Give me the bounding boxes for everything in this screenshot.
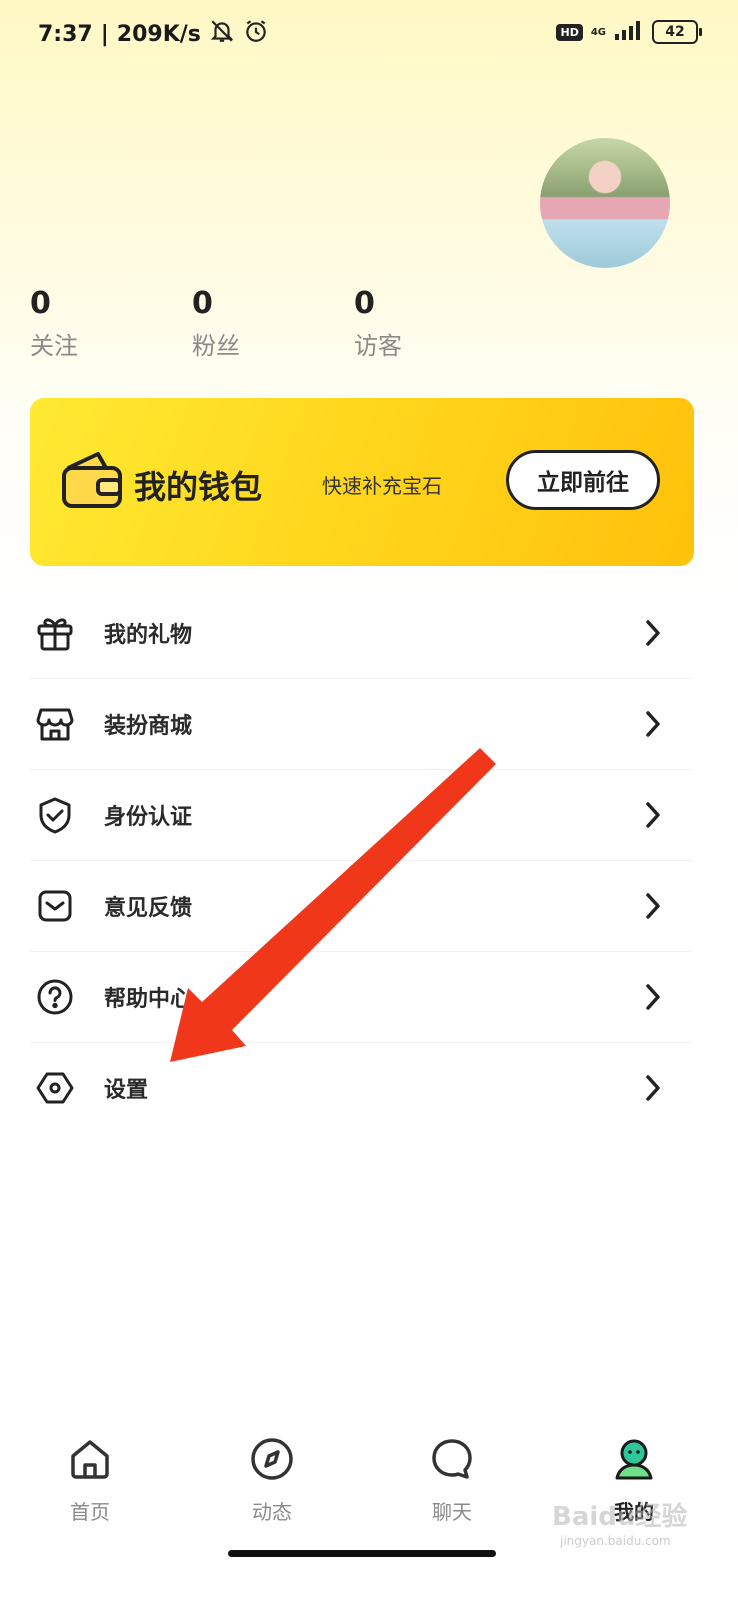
watermark: Baidu经验 [552, 1502, 688, 1532]
home-icon [67, 1436, 113, 1486]
menu-item-store[interactable]: 装扮商城 [30, 679, 692, 770]
menu-label: 帮助中心 [104, 987, 193, 1012]
chevron-right-icon [644, 709, 662, 743]
chevron-right-icon [644, 618, 662, 652]
gift-icon [32, 610, 78, 656]
home-indicator[interactable] [228, 1550, 496, 1557]
feedback-icon [32, 883, 78, 929]
status-left: 7:37 | 209K/s [38, 18, 269, 50]
stat-fans[interactable]: 0 粉丝 [192, 286, 354, 361]
go-now-button[interactable]: 立即前往 [506, 450, 660, 510]
stat-visitors[interactable]: 0 访客 [354, 286, 516, 361]
wallet-icon [60, 448, 124, 514]
status-right: HD 4G 42 [556, 20, 702, 44]
tab-moments[interactable]: 动态 [212, 1436, 332, 1525]
profile-stats: 0 关注 0 粉丝 0 访客 [30, 286, 516, 361]
menu-item-gifts[interactable]: 我的礼物 [30, 588, 692, 679]
status-bar: 7:37 | 209K/s HD 4G 42 [0, 0, 738, 64]
mute-icon [209, 18, 235, 50]
wallet-subtitle: 快速补充宝石 [322, 474, 442, 498]
status-time: 7:37 [38, 21, 93, 47]
menu-item-settings[interactable]: 设置 [30, 1043, 692, 1133]
chevron-right-icon [644, 800, 662, 834]
menu-label: 我的礼物 [104, 623, 193, 648]
wallet-title: 我的钱包 [134, 468, 263, 506]
store-icon [32, 701, 78, 747]
menu-item-help[interactable]: 帮助中心 [30, 952, 692, 1043]
watermark-url: jingyan.baidu.com [560, 1534, 671, 1548]
chevron-right-icon [644, 982, 662, 1016]
shield-check-icon [32, 792, 78, 838]
menu-item-verification[interactable]: 身份认证 [30, 770, 692, 861]
tab-home[interactable]: 首页 [30, 1436, 150, 1525]
network-label: 4G [590, 26, 606, 38]
help-icon [32, 974, 78, 1020]
compass-icon [249, 1436, 295, 1486]
tab-chat[interactable]: 聊天 [392, 1436, 512, 1525]
chat-icon [429, 1436, 475, 1486]
menu-label: 设置 [104, 1078, 149, 1103]
status-speed: 209K/s [116, 21, 201, 47]
avatar[interactable] [540, 138, 670, 268]
hd-badge: HD [556, 23, 583, 41]
menu-label: 装扮商城 [104, 714, 193, 739]
menu-label: 身份认证 [104, 805, 193, 830]
settings-icon [32, 1065, 78, 1111]
battery-icon: 42 [652, 20, 702, 44]
menu-item-feedback[interactable]: 意见反馈 [30, 861, 692, 952]
chevron-right-icon [644, 891, 662, 925]
wallet-card[interactable]: 我的钱包 快速补充宝石 立即前往 [30, 398, 694, 566]
stat-following[interactable]: 0 关注 [30, 286, 192, 361]
profile-icon [611, 1436, 657, 1486]
chevron-right-icon [644, 1073, 662, 1107]
signal-icon [614, 20, 644, 44]
menu-list: 我的礼物 装扮商城 身份认证 意见反馈 帮助中心 设置 [30, 588, 692, 1133]
alarm-icon [243, 18, 269, 50]
menu-label: 意见反馈 [104, 896, 193, 921]
